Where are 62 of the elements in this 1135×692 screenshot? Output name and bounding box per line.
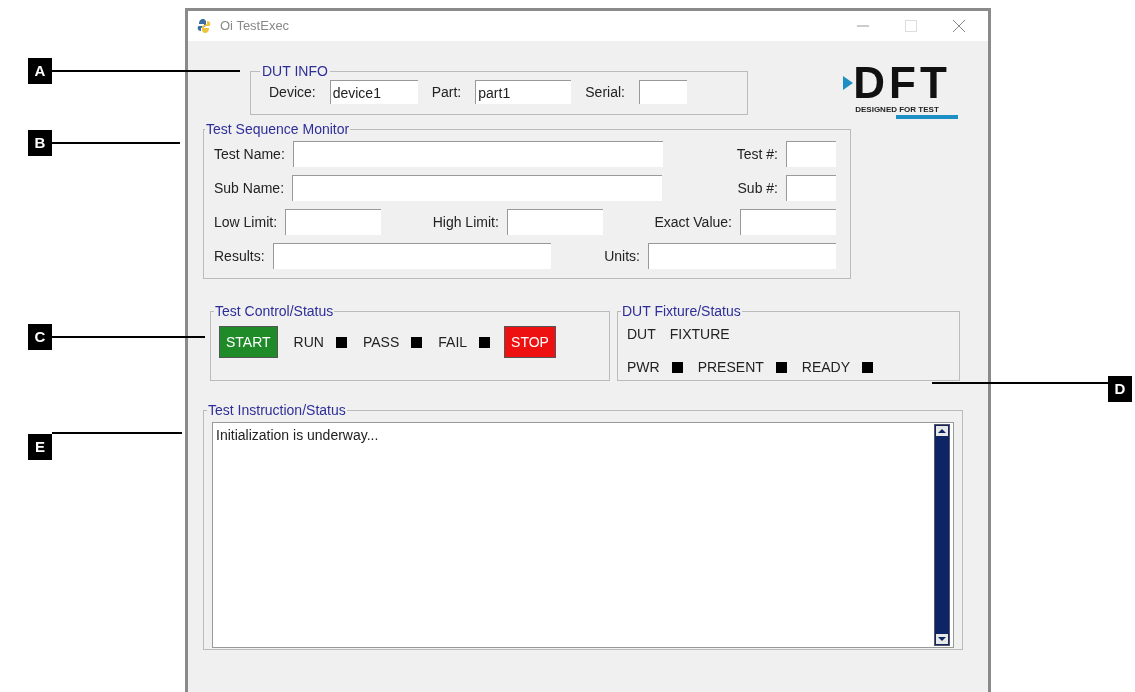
close-icon[interactable] bbox=[952, 19, 966, 33]
indicator-light bbox=[411, 336, 423, 348]
indicator-light bbox=[775, 362, 787, 373]
group-title: DUT Fixture/Status bbox=[621, 302, 742, 321]
control-button[interactable]: STOP bbox=[504, 326, 556, 358]
callout-label: E bbox=[28, 434, 52, 460]
column-heading: DUT bbox=[627, 325, 656, 344]
indicator-light bbox=[479, 336, 491, 348]
input-field[interactable]: device1 bbox=[329, 80, 418, 104]
scroll-down-icon[interactable] bbox=[936, 634, 948, 644]
indicator-light bbox=[671, 362, 683, 373]
indicator-light bbox=[862, 362, 874, 373]
input-field[interactable] bbox=[272, 243, 551, 269]
field-label: Sub Name: bbox=[214, 178, 285, 198]
input-field[interactable] bbox=[292, 175, 663, 201]
input-field[interactable] bbox=[786, 141, 836, 167]
indicator-label: RUN bbox=[293, 332, 324, 352]
field-label: Device: bbox=[269, 82, 316, 102]
field-label: Units: bbox=[604, 246, 640, 266]
input-field[interactable] bbox=[740, 209, 836, 235]
window-title: Oi TestExec bbox=[220, 17, 290, 36]
group-title: DUT INFO bbox=[261, 62, 329, 81]
scroll-up-icon[interactable] bbox=[936, 426, 948, 436]
indicator-light bbox=[335, 336, 347, 348]
input-field[interactable] bbox=[292, 141, 663, 167]
field-label: Results: bbox=[214, 246, 265, 266]
input-field[interactable] bbox=[638, 80, 687, 104]
instruction-text: Initialization is underway... bbox=[216, 426, 379, 445]
logo-strip bbox=[896, 115, 958, 119]
scrollbar[interactable] bbox=[934, 424, 950, 646]
group-title: Test Control/Status bbox=[214, 302, 335, 321]
indicator-label: FAIL bbox=[438, 332, 468, 352]
field-label: Low Limit: bbox=[214, 212, 278, 232]
input-field[interactable] bbox=[285, 209, 382, 235]
indicator-label: PRESENT bbox=[697, 358, 764, 377]
field-label: Sub #: bbox=[737, 178, 778, 198]
app-icon bbox=[196, 18, 212, 34]
field-label: Exact Value: bbox=[654, 212, 732, 232]
field-label: Part: bbox=[431, 82, 462, 102]
callout-label: C bbox=[28, 324, 52, 350]
indicator-label: READY bbox=[801, 358, 851, 377]
control-button[interactable]: START bbox=[219, 326, 278, 358]
field-label: High Limit: bbox=[432, 212, 499, 232]
input-field[interactable] bbox=[648, 243, 836, 269]
indicator-label: PASS bbox=[362, 332, 400, 352]
input-field[interactable] bbox=[506, 209, 603, 235]
field-label: Test Name: bbox=[214, 144, 285, 164]
callout-label: B bbox=[28, 130, 52, 156]
group-title: Test Instruction/Status bbox=[207, 401, 347, 420]
logo-letters: DFT bbox=[853, 61, 951, 105]
callout-label: A bbox=[28, 58, 52, 84]
instruction-text-area[interactable]: Initialization is underway... bbox=[212, 422, 954, 648]
column-heading: FIXTURE bbox=[669, 325, 730, 344]
field-label: Serial: bbox=[585, 82, 625, 102]
triangle-icon bbox=[843, 76, 854, 90]
input-field[interactable]: part1 bbox=[475, 80, 572, 104]
group-title: Test Sequence Monitor bbox=[205, 120, 351, 139]
input-field[interactable] bbox=[786, 175, 836, 201]
logo-tagline: DESIGNED FOR TEST bbox=[855, 105, 939, 115]
indicator-label: PWR bbox=[627, 358, 660, 377]
field-label: Test #: bbox=[736, 144, 778, 164]
callout-label: D bbox=[1108, 376, 1132, 402]
